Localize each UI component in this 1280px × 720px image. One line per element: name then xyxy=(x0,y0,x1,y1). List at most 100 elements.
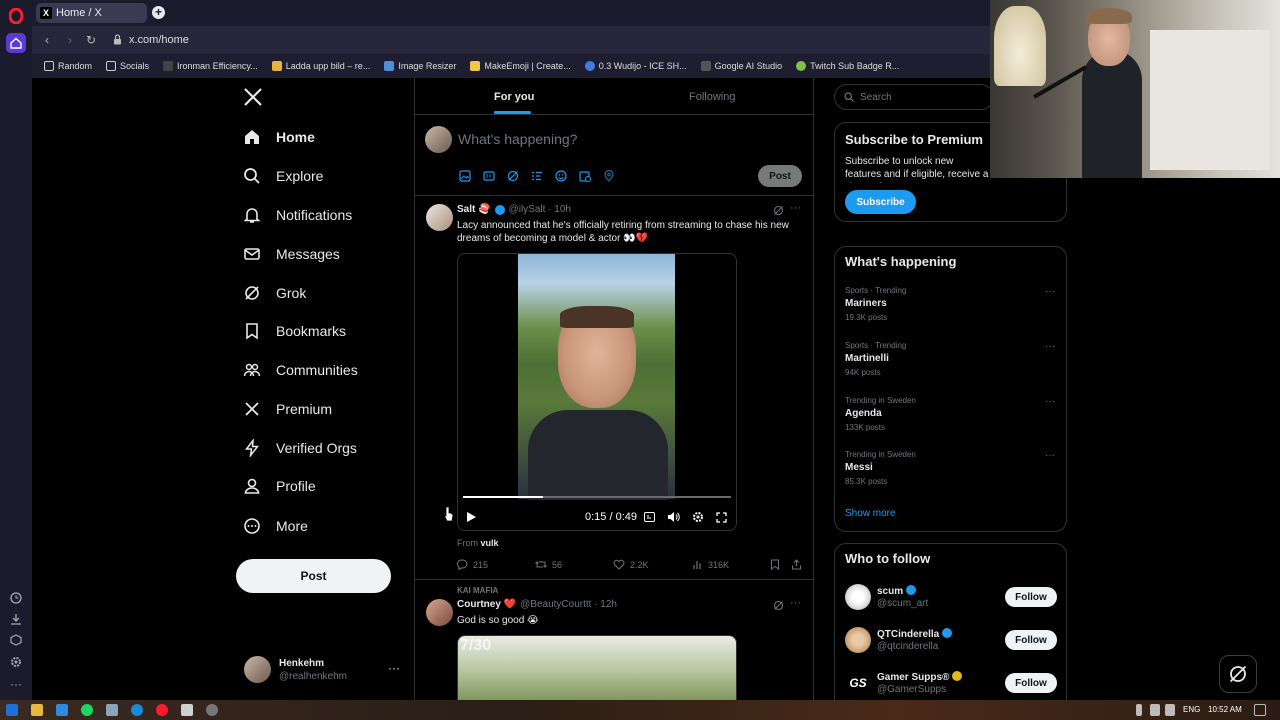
grok-explain-icon[interactable] xyxy=(773,205,784,216)
opera-logo-icon[interactable] xyxy=(6,6,26,26)
trend-more-icon[interactable]: ··· xyxy=(1045,450,1055,461)
trend-item[interactable]: Sports · Trending Martinelli 94K posts ·… xyxy=(845,341,1055,377)
bookmark-tweet-button[interactable] xyxy=(770,559,780,570)
schedule-icon[interactable] xyxy=(579,170,591,182)
subscribe-button[interactable]: Subscribe xyxy=(845,190,916,214)
views-button[interactable]: 316K xyxy=(692,559,729,570)
trend-more-icon[interactable]: ··· xyxy=(1045,341,1055,352)
nav-premium[interactable]: Premium xyxy=(243,396,332,422)
clock[interactable]: 10:52 AM xyxy=(1208,705,1242,714)
sidebar-more-icon[interactable]: ··· xyxy=(6,674,26,694)
play-icon[interactable] xyxy=(466,511,477,523)
new-tab-button[interactable]: + xyxy=(152,6,165,19)
like-button[interactable]: 2.2K xyxy=(613,559,649,570)
share-button[interactable] xyxy=(791,559,802,570)
language-indicator[interactable]: ENG xyxy=(1183,705,1200,714)
taskbar-app-icon[interactable] xyxy=(106,704,118,716)
trend-item[interactable]: Trending in Sweden Agenda 133K posts ··· xyxy=(845,396,1055,432)
nav-grok[interactable]: Grok xyxy=(243,280,306,306)
nav-notifications[interactable]: Notifications xyxy=(243,202,352,228)
reply-button[interactable]: 215 xyxy=(457,559,488,570)
nav-profile[interactable]: Profile xyxy=(243,473,316,499)
show-more-link[interactable]: Show more xyxy=(845,508,896,519)
video-source-user[interactable]: vulk xyxy=(481,538,499,548)
trend-more-icon[interactable]: ··· xyxy=(1045,396,1055,407)
gif-icon[interactable] xyxy=(483,170,495,182)
url-field[interactable]: x.com/home xyxy=(129,34,189,46)
spotify-icon[interactable] xyxy=(81,704,93,716)
media-icon[interactable] xyxy=(459,170,471,182)
grok-explain-icon[interactable] xyxy=(773,600,784,611)
bookmark-wudijo[interactable]: 0.3 Wudijo - ICE SH... xyxy=(584,61,687,71)
nav-home[interactable]: Home xyxy=(243,124,315,150)
grok-compose-icon[interactable] xyxy=(507,170,519,182)
forward-arrow-icon[interactable]: › xyxy=(63,33,77,47)
composer-post-button[interactable]: Post xyxy=(758,165,802,187)
tweet-author-handle[interactable]: @BeautyCourttt · 12h xyxy=(520,599,617,610)
nav-communities[interactable]: Communities xyxy=(243,357,358,383)
fullscreen-icon[interactable] xyxy=(716,512,727,523)
bookmark-ladda[interactable]: Ladda upp bild – re... xyxy=(271,61,370,71)
tweet-avatar[interactable] xyxy=(426,599,453,626)
composer-input[interactable]: What's happening? xyxy=(458,131,577,147)
trend-item[interactable]: Sports · Trending Mariners 19.3K posts ·… xyxy=(845,286,1055,322)
settings-gear-icon[interactable] xyxy=(6,652,26,672)
bookmark-ironman[interactable]: Ironman Efficiency... xyxy=(163,61,258,71)
bookmark-twitch-sub-badge[interactable]: Twitch Sub Badge R... xyxy=(796,61,899,71)
bookmark-image-resizer[interactable]: Image Resizer xyxy=(384,61,456,71)
post-button[interactable]: Post xyxy=(236,559,391,593)
nav-messages[interactable]: Messages xyxy=(243,241,340,267)
volume-icon[interactable] xyxy=(1165,704,1175,716)
grok-fab-button[interactable] xyxy=(1219,655,1257,693)
emoji-icon[interactable] xyxy=(555,170,567,182)
trend-more-icon[interactable]: ··· xyxy=(1045,286,1055,297)
tweet-more-icon[interactable]: ··· xyxy=(790,597,801,609)
home-workspace-icon[interactable] xyxy=(6,33,26,53)
edge-icon[interactable] xyxy=(131,704,143,716)
mail-icon[interactable] xyxy=(56,704,68,716)
x-logo-icon[interactable] xyxy=(243,87,263,107)
captions-icon[interactable] xyxy=(644,512,655,522)
follow-suggestion[interactable]: GS Gamer Supps® @GamerSupps Follow xyxy=(845,669,1057,699)
video-settings-icon[interactable] xyxy=(692,511,704,523)
windows-start-icon[interactable] xyxy=(6,704,18,716)
microphone-icon[interactable] xyxy=(1136,704,1142,716)
follow-suggestion[interactable]: QTCinderella @qtcinderella Follow xyxy=(845,626,1057,656)
search-input[interactable]: Search xyxy=(834,84,994,110)
obs-icon[interactable] xyxy=(206,704,218,716)
account-switcher[interactable]: Henkehm @realhenkehm ··· xyxy=(244,656,404,686)
location-icon[interactable] xyxy=(603,170,615,182)
tab-for-you[interactable]: For you xyxy=(494,91,534,103)
tweet-avatar[interactable] xyxy=(426,204,453,231)
bookmark-google-ai-studio[interactable]: Google AI Studio xyxy=(700,61,782,71)
bookmark-random[interactable]: Random xyxy=(44,61,92,71)
network-icon[interactable] xyxy=(1150,704,1160,716)
bookmark-makeemoji[interactable]: MakeEmoji | Create... xyxy=(470,61,571,71)
download-icon[interactable] xyxy=(6,609,26,629)
bookmark-socials[interactable]: Socials xyxy=(106,61,149,71)
tweet-author-handle[interactable]: @ilySalt · 10h xyxy=(509,204,571,215)
nav-verified-orgs[interactable]: Verified Orgs xyxy=(243,435,357,461)
follow-button[interactable]: Follow xyxy=(1005,630,1057,650)
extensions-icon[interactable] xyxy=(6,630,26,650)
trend-item[interactable]: Trending in Sweden Messi 85.3K posts ··· xyxy=(845,450,1055,486)
file-explorer-icon[interactable] xyxy=(31,704,43,716)
reload-icon[interactable]: ↻ xyxy=(84,33,98,47)
tweet-author-name[interactable]: Courtney ❤️ xyxy=(457,599,516,610)
notifications-icon[interactable] xyxy=(1254,704,1266,716)
follow-button[interactable]: Follow xyxy=(1005,673,1057,693)
nav-bookmarks[interactable]: Bookmarks xyxy=(243,318,346,344)
tweet-image[interactable]: 7/30 xyxy=(457,635,737,705)
nav-explore[interactable]: Explore xyxy=(243,163,323,189)
opera-taskbar-icon[interactable] xyxy=(156,704,168,716)
account-menu-icon[interactable]: ··· xyxy=(388,661,400,675)
tweet-more-icon[interactable]: ··· xyxy=(790,202,801,214)
tweet-author-name[interactable]: Salt 🍣 xyxy=(457,204,491,215)
volume-icon[interactable] xyxy=(667,511,680,523)
social-context[interactable]: KAI MAFIA xyxy=(457,586,498,595)
nav-more[interactable]: More xyxy=(243,513,308,539)
tab-following[interactable]: Following xyxy=(689,91,735,103)
follow-suggestion[interactable]: scum @scum_art Follow xyxy=(845,583,1057,613)
follow-button[interactable]: Follow xyxy=(1005,587,1057,607)
repost-button[interactable]: 56 xyxy=(535,559,562,570)
